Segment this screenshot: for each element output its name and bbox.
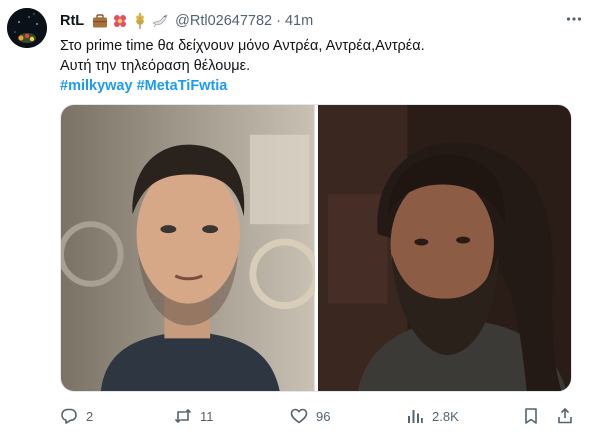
- share-button[interactable]: [556, 404, 574, 428]
- retweet-icon: [174, 408, 192, 424]
- tweet-text-line: Στο prime time θα δείχνουν μόνο Αντρέα, …: [60, 38, 425, 54]
- photo-right[interactable]: [317, 105, 571, 391]
- timestamp[interactable]: 41m: [285, 13, 313, 29]
- like-button[interactable]: 96: [290, 404, 330, 428]
- tweet[interactable]: RtL @Rtl02647782 · 41m Στο prime time θα…: [0, 0, 594, 441]
- briefcase-emoji: [93, 14, 108, 28]
- analytics-icon: [408, 410, 423, 423]
- views-count: 2.8K: [432, 408, 459, 424]
- heart-icon: [290, 408, 308, 424]
- reply-icon: [61, 408, 77, 424]
- separator: ·: [276, 13, 281, 29]
- retweet-button[interactable]: 11: [174, 404, 214, 428]
- dove-emoji: [152, 14, 168, 28]
- avatar[interactable]: [7, 8, 47, 48]
- views-button[interactable]: 2.8K: [406, 404, 459, 428]
- hashtag-link[interactable]: #milkyway: [60, 78, 133, 94]
- share-icon: [558, 407, 572, 424]
- tweet-text: Στο prime time θα δείχνουν μόνο Αντρέα, …: [60, 36, 580, 96]
- author-name[interactable]: RtL: [60, 13, 84, 29]
- reply-count: 2: [86, 408, 94, 424]
- more-options-button[interactable]: [564, 8, 584, 30]
- bookmark-icon: [525, 408, 537, 424]
- flower-emoji: [114, 15, 127, 27]
- photo-left[interactable]: [61, 105, 315, 391]
- like-count: 96: [316, 408, 331, 424]
- more-icon: [566, 17, 582, 21]
- action-bar: 2 11 96 2.8K: [60, 404, 576, 428]
- hashtags: #milkyway #MetaTiFwtia: [60, 76, 580, 96]
- tweet-header: RtL @Rtl02647782 · 41m: [60, 11, 584, 31]
- bookmark-button[interactable]: [522, 404, 540, 428]
- retweet-count: 11: [200, 408, 214, 424]
- hashtag-link[interactable]: #MetaTiFwtia: [137, 78, 228, 94]
- wheat-emoji: [136, 12, 144, 29]
- tweet-text-line: Αυτή την τηλεόραση θέλουμε.: [60, 58, 251, 74]
- media-grid: [60, 104, 572, 392]
- author-emojis: [91, 12, 169, 30]
- reply-button[interactable]: 2: [60, 404, 93, 428]
- author-handle[interactable]: @Rtl02647782: [175, 13, 272, 29]
